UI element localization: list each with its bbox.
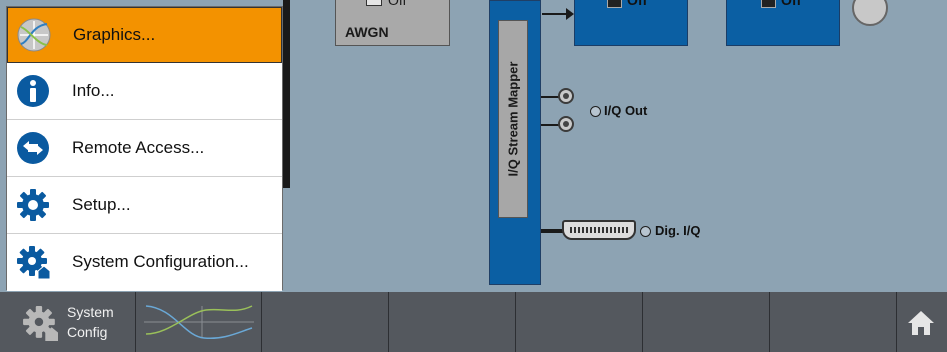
iq-out-line-1 <box>541 96 559 98</box>
graphics-icon <box>17 18 51 52</box>
taskbar-slot-5[interactable] <box>516 292 643 352</box>
block-2-checkbox[interactable] <box>607 0 622 8</box>
system-config-label-line2: Config <box>67 324 108 340</box>
menu-item-label: Graphics... <box>73 25 156 44</box>
block-2-state: Off <box>627 0 648 8</box>
taskbar-slot-3[interactable] <box>262 292 389 352</box>
diagram-separator <box>283 0 290 188</box>
system-config-gear-icon <box>23 306 58 341</box>
block-3-state: Off <box>781 0 802 8</box>
block-3[interactable]: Off <box>726 0 840 46</box>
system-menu: Graphics... Info... Remote Access... Set… <box>6 6 283 291</box>
graphics-taskbar-button[interactable] <box>136 292 262 352</box>
taskbar-slot-7[interactable] <box>770 292 897 352</box>
iq-out-label: I/Q Out <box>604 103 648 118</box>
block-2[interactable]: Off <box>574 0 688 46</box>
gear-icon <box>17 189 49 221</box>
dig-iq-connector-icon[interactable] <box>562 220 636 240</box>
iq-out-connector-2-icon[interactable] <box>558 116 574 132</box>
iq-out-line-2 <box>541 124 559 126</box>
info-icon <box>17 75 49 107</box>
menu-item-label: System Configuration... <box>72 252 249 271</box>
taskbar-slot-4[interactable] <box>389 292 516 352</box>
menu-item-graphics[interactable]: Graphics... <box>7 7 282 63</box>
menu-item-label: Setup... <box>72 195 131 214</box>
iq-out-connector-1-icon[interactable] <box>558 88 574 104</box>
menu-item-label: Info... <box>72 81 115 100</box>
menu-item-remote-access[interactable]: Remote Access... <box>7 121 282 177</box>
menu-item-label: Remote Access... <box>72 138 205 157</box>
dig-iq-line <box>541 229 563 233</box>
menu-item-system-configuration[interactable]: System Configuration... <box>7 235 282 291</box>
dig-iq-label: Dig. I/Q <box>655 223 701 238</box>
graphics-wave-icon <box>144 305 254 340</box>
system-config-button[interactable]: System Config <box>0 292 136 352</box>
awgn-label: AWGN <box>345 24 389 40</box>
iq-stream-mapper-label-box[interactable]: I/Q Stream Mapper <box>498 20 528 218</box>
home-icon <box>908 311 934 335</box>
system-config-icon <box>17 246 50 279</box>
menu-item-info[interactable]: Info... <box>7 64 282 120</box>
taskbar-slot-6[interactable] <box>643 292 770 352</box>
dig-iq-led[interactable] <box>640 226 651 237</box>
signal-arrow-icon <box>566 8 574 20</box>
system-config-label-line1: System <box>67 304 114 320</box>
awgn-block[interactable]: Off AWGN <box>335 0 450 46</box>
iq-out-led[interactable] <box>590 106 601 117</box>
home-button[interactable] <box>897 292 947 352</box>
rf-knob-icon[interactable] <box>852 0 888 26</box>
menu-item-setup[interactable]: Setup... <box>7 178 282 234</box>
awgn-state-checkbox[interactable] <box>366 0 382 6</box>
block-3-checkbox[interactable] <box>761 0 776 8</box>
awgn-state-label: Off <box>388 0 407 8</box>
iq-stream-mapper-label: I/Q Stream Mapper <box>505 61 521 177</box>
remote-access-icon <box>17 132 49 164</box>
